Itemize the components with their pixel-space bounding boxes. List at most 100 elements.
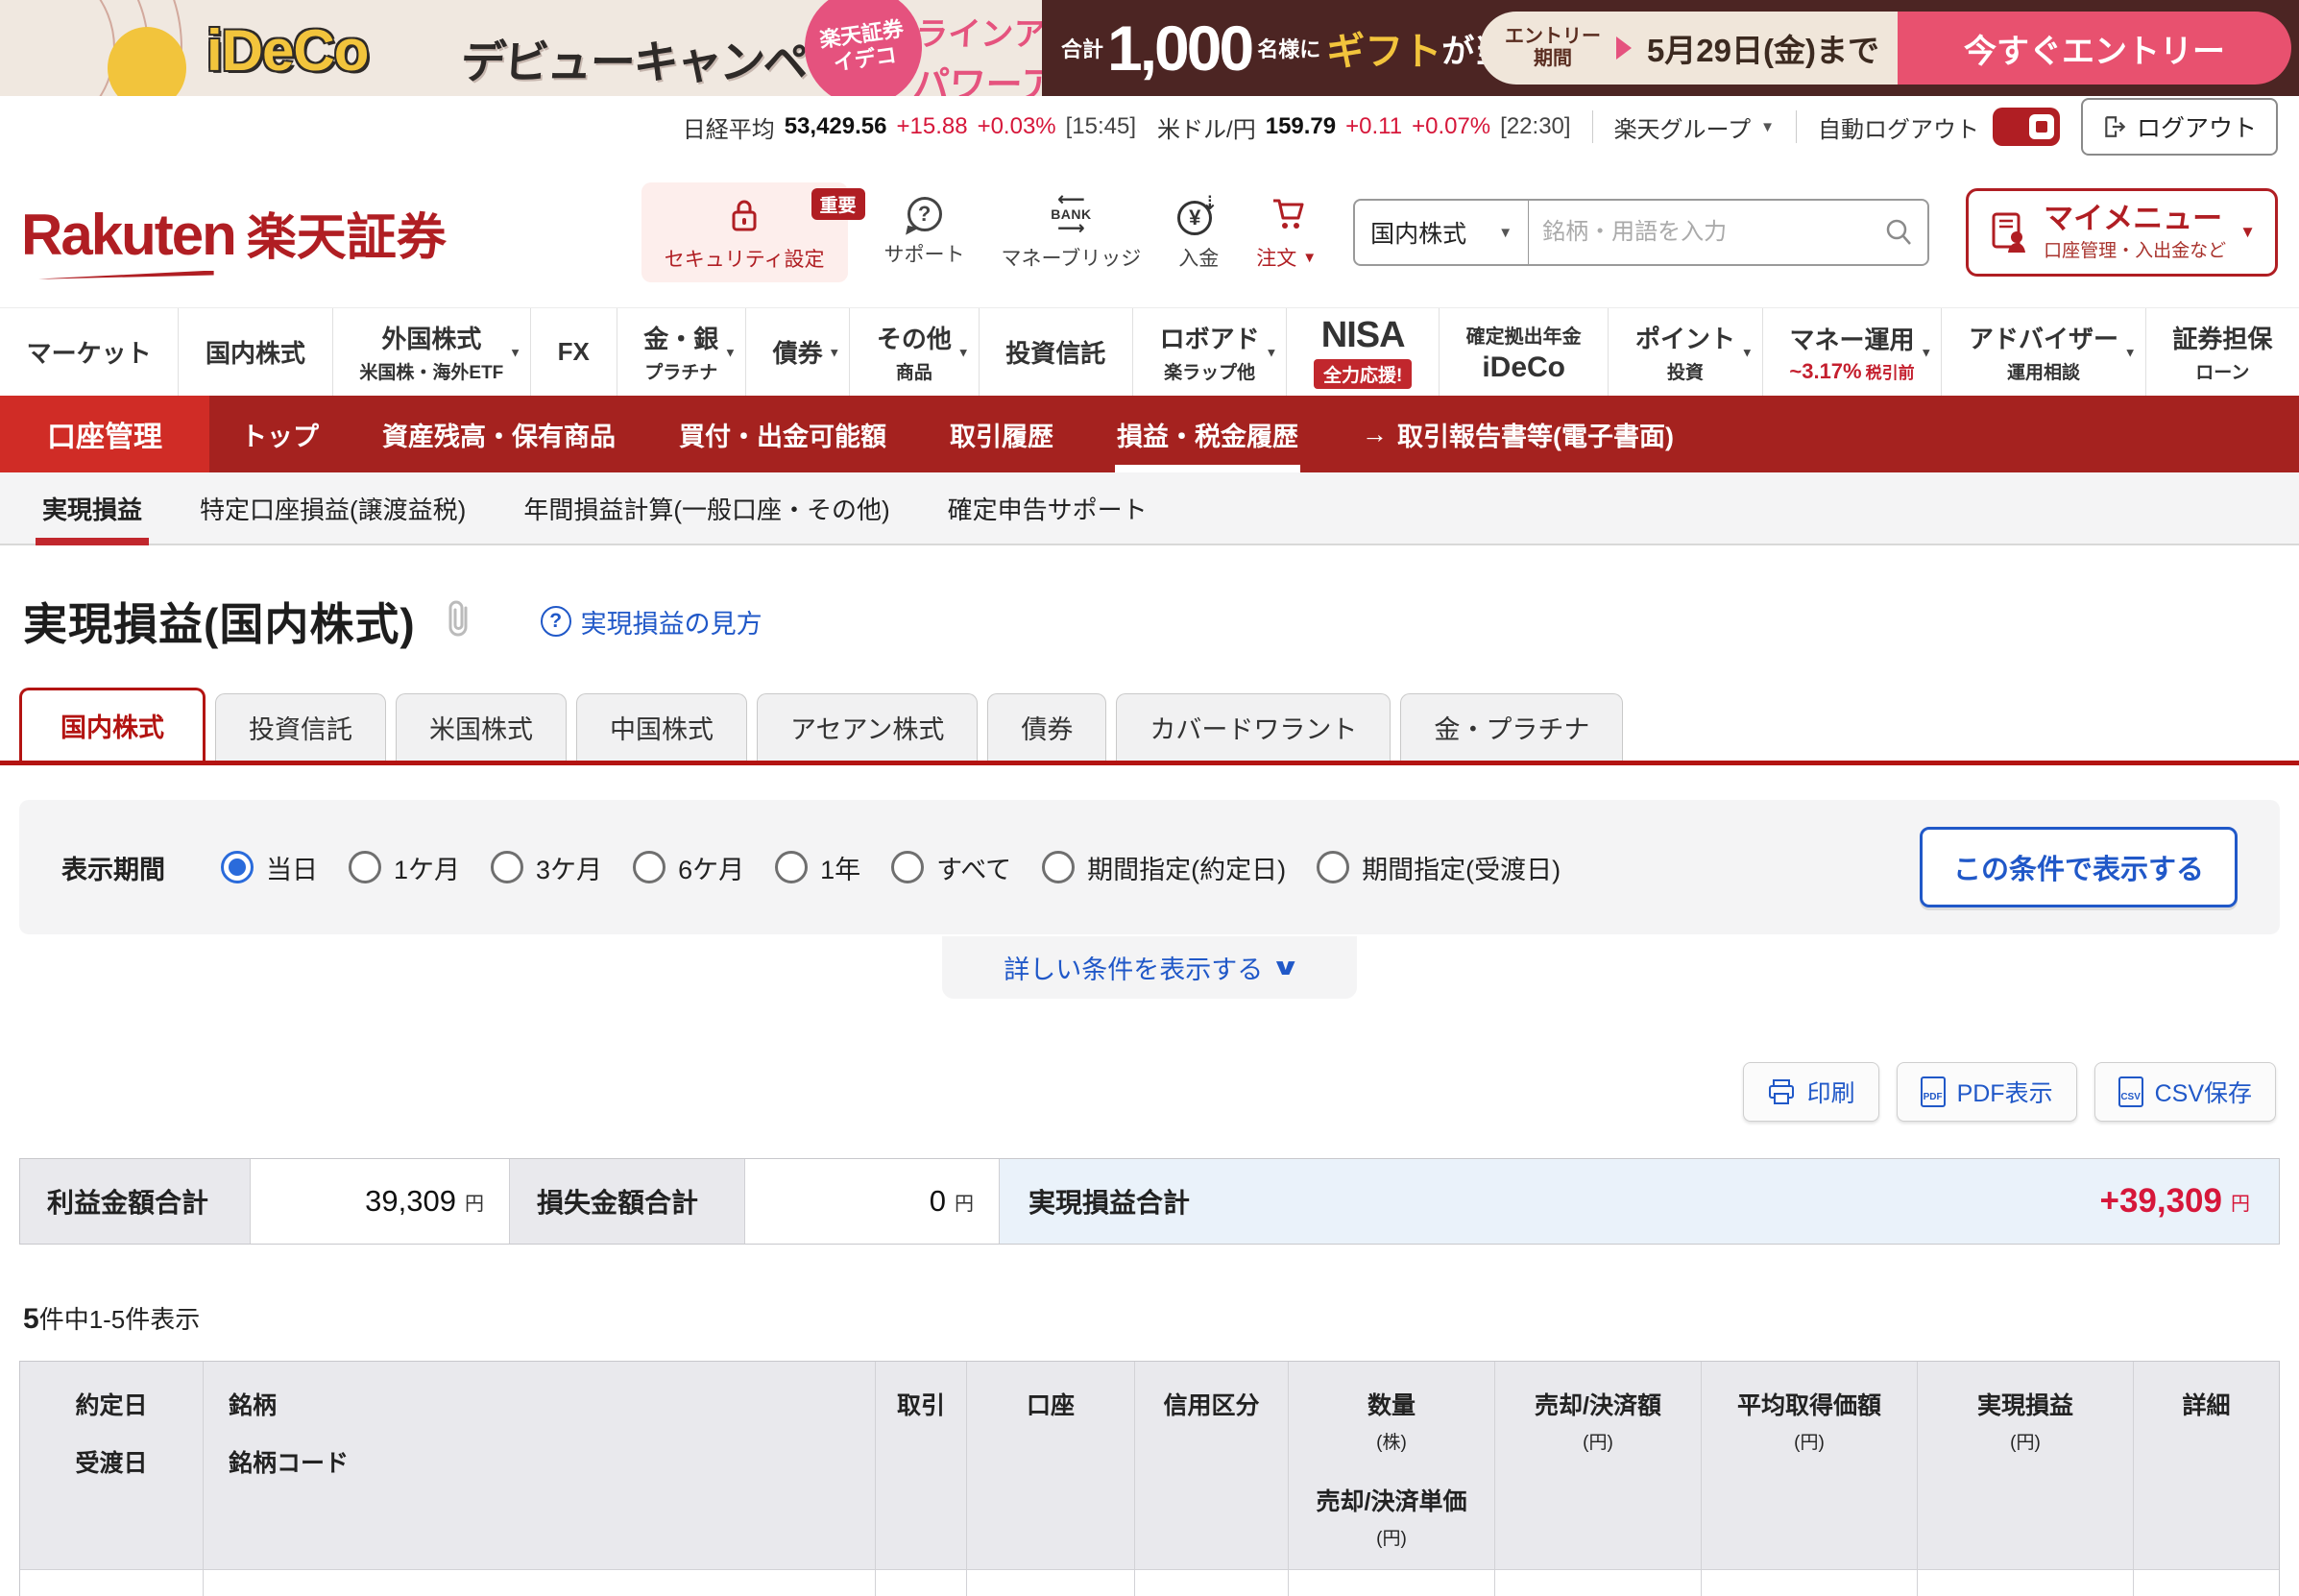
- tab-gold-platinum[interactable]: 金・プラチナ: [1400, 693, 1623, 761]
- campaign-banner-right: 合計 1,000 名様に ギフト が当たる! エントリー期間 5月29日(金)ま…: [1042, 0, 2299, 96]
- nav-point-investment[interactable]: ポイント投資▼: [1608, 308, 1761, 396]
- nav-robo-advisor[interactable]: ロボアド楽ラップ他▼: [1132, 308, 1286, 396]
- banner-total-number: 1,000: [1107, 12, 1251, 85]
- nav-trade-reports[interactable]: → 取引報告書等(電子書面): [1330, 396, 1706, 472]
- radio-button-checked[interactable]: [221, 851, 254, 883]
- show-detail-conditions-link[interactable]: 詳しい条件を表示する ∨: [942, 936, 1357, 999]
- search-category-select[interactable]: 国内株式 ▼: [1355, 215, 1528, 250]
- radio-1year[interactable]: 1年: [775, 849, 860, 886]
- nav-trade-history[interactable]: 取引履歴: [918, 396, 1085, 472]
- nav-market[interactable]: マーケット: [0, 308, 178, 396]
- tab-mutual-funds[interactable]: 投資信託: [215, 693, 386, 761]
- nav-account-top[interactable]: トップ: [209, 396, 351, 472]
- nav-fx[interactable]: FX: [530, 308, 617, 396]
- col-header-qty: 数量 (株) 売却/決済単価 (円): [1288, 1362, 1494, 1569]
- tab-bonds[interactable]: 債券: [987, 693, 1106, 761]
- nav-nisa[interactable]: NISA全力応援!: [1286, 308, 1439, 396]
- symbol-search: 国内株式 ▼: [1353, 199, 1929, 266]
- print-button[interactable]: 印刷: [1743, 1062, 1879, 1122]
- radio-custom-settle-date[interactable]: 期間指定(受渡日): [1317, 849, 1561, 886]
- nav-money-management[interactable]: マネー運用~3.17%税引前▼: [1762, 308, 1942, 396]
- usdjpy-quote: 米ドル/円 159.79 +0.11 +0.07% [22:30]: [1157, 110, 1571, 144]
- realized-pl-help-link[interactable]: ? 実現損益の見方: [541, 603, 762, 641]
- nikkei-change: +15.88: [896, 113, 967, 140]
- radio-all[interactable]: すべて: [891, 849, 1011, 886]
- profit-total-value: 39,309円: [251, 1159, 510, 1244]
- nav-other-products[interactable]: その他商品▼: [849, 308, 978, 396]
- radio-today[interactable]: 当日: [221, 849, 318, 886]
- radio-button[interactable]: [633, 851, 666, 883]
- banner-entry-now-button[interactable]: 今すぐエントリー: [1898, 12, 2291, 85]
- nav-buying-power[interactable]: 買付・出金可能額: [647, 396, 918, 472]
- my-menu-button[interactable]: マイメニュー 口座管理・入出金など ▼: [1966, 188, 2278, 276]
- important-badge: 重要: [811, 188, 865, 220]
- my-menu-label: マイメニュー: [2044, 203, 2226, 235]
- apply-filter-button[interactable]: この条件で表示する: [1920, 827, 2238, 907]
- subnav-specific-account-pl[interactable]: 特定口座損益(譲渡益税): [171, 472, 495, 544]
- nav-asset-balance[interactable]: 資産残高・保有商品: [351, 396, 647, 472]
- radio-6months[interactable]: 6ケ月: [633, 849, 744, 886]
- page-title-row: 実現損益(国内株式) ? 実現損益の見方: [0, 545, 2299, 688]
- banner-gift-text: ギフト: [1326, 20, 1441, 76]
- search-icon: [1883, 217, 1914, 248]
- nav-gold-platinum[interactable]: 金・銀プラチナ▼: [617, 308, 745, 396]
- logo-rakuten: Rakuten: [21, 202, 235, 268]
- radio-1month[interactable]: 1ケ月: [349, 849, 460, 886]
- radio-custom-trade-date[interactable]: 期間指定(約定日): [1042, 849, 1286, 886]
- logout-button[interactable]: ログアウト: [2081, 98, 2278, 156]
- rakuten-securities-logo[interactable]: Rakuten 楽天証券: [21, 197, 447, 269]
- tab-domestic-stocks[interactable]: 国内株式: [19, 688, 206, 761]
- nav-ideco[interactable]: 確定拠出年金iDeCo: [1439, 308, 1608, 396]
- site-header: Rakuten 楽天証券 重要 セキュリティ設定 ? サポート ⟵ BANK ⟶: [0, 157, 2299, 307]
- subnav-tax-filing-support[interactable]: 確定申告サポート: [919, 472, 1176, 544]
- auto-logout-control: 自動ログアウト: [1818, 108, 2060, 146]
- caret-down-icon: ▼: [957, 345, 970, 359]
- radio-button[interactable]: [349, 851, 381, 883]
- caret-down-icon: ▼: [1760, 119, 1775, 135]
- nav-bonds[interactable]: 債券▼: [745, 308, 849, 396]
- search-button[interactable]: [1870, 217, 1927, 248]
- order-button[interactable]: 注文▼: [1256, 193, 1317, 272]
- detail-conditions-row: 詳しい条件を表示する ∨: [0, 936, 2299, 999]
- nav-securities-loan[interactable]: 証券担保ローン: [2145, 308, 2299, 396]
- nav-advisor[interactable]: アドバイザー運用相談▼: [1941, 308, 2144, 396]
- nav-account-management[interactable]: 口座管理: [0, 396, 209, 472]
- search-input[interactable]: [1529, 219, 1870, 246]
- subnav-annual-pl[interactable]: 年間損益計算(一般口座・その他): [495, 472, 918, 544]
- money-bridge-button[interactable]: ⟵ BANK ⟶ マネーブリッジ: [1002, 193, 1142, 272]
- bank-transfer-icon: ⟵ BANK ⟶: [1051, 193, 1091, 235]
- radio-button[interactable]: [1317, 851, 1349, 883]
- radio-button[interactable]: [891, 851, 924, 883]
- header-quick-links: 重要 セキュリティ設定 ? サポート ⟵ BANK ⟶ マネーブリッジ: [641, 182, 2278, 282]
- subnav-realized-pl[interactable]: 実現損益: [13, 472, 171, 544]
- radio-3months[interactable]: 3ケ月: [491, 849, 602, 886]
- tab-asean-stocks[interactable]: アセアン株式: [757, 693, 978, 761]
- cell-trade: 売埋: [875, 1570, 966, 1596]
- nav-mutual-funds[interactable]: 投資信託: [979, 308, 1132, 396]
- caret-down-icon: ▼: [509, 345, 521, 359]
- deposit-button[interactable]: ⇣ ¥ 入金: [1177, 193, 1220, 272]
- campaign-banner[interactable]: iDeCo デビューキャンペーン 楽天証券 イデコ ラインアップが パワーアップ…: [0, 0, 2299, 96]
- security-settings-button[interactable]: 重要 セキュリティ設定: [641, 182, 848, 282]
- tab-us-stocks[interactable]: 米国株式: [396, 693, 567, 761]
- cell-amount: 444,500: [1494, 1570, 1701, 1596]
- nav-domestic-stocks[interactable]: 国内株式: [178, 308, 331, 396]
- col-header-trade: 取引: [875, 1362, 966, 1569]
- support-button[interactable]: ? サポート: [884, 197, 965, 268]
- nav-foreign-stocks[interactable]: 外国株式米国株・海外ETF▼: [332, 308, 530, 396]
- my-menu-sublabel: 口座管理・入出金など: [2044, 236, 2226, 262]
- table-header-row: 約定日 受渡日 銘柄 銘柄コード 取引 口座 信用区分 数量 (株) 売却/決済…: [20, 1362, 2279, 1569]
- csv-save-button[interactable]: CSV CSV保存: [2094, 1062, 2276, 1122]
- auto-logout-toggle[interactable]: [1993, 108, 2060, 146]
- pdf-view-button[interactable]: PDF PDF表示: [1897, 1062, 2077, 1122]
- rakuten-group-dropdown[interactable]: 楽天グループ ▼: [1614, 110, 1775, 144]
- nav-pl-tax-history[interactable]: 損益・税金履歴: [1085, 396, 1330, 472]
- radio-button[interactable]: [1042, 851, 1075, 883]
- tab-covered-warrants[interactable]: カバードワラント: [1116, 693, 1391, 761]
- tab-china-stocks[interactable]: 中国株式: [576, 693, 747, 761]
- radio-button[interactable]: [775, 851, 808, 883]
- radio-button[interactable]: [491, 851, 523, 883]
- banner-total-prefix: 合計: [1061, 33, 1103, 63]
- account-navigation: 口座管理 トップ 資産残高・保有商品 買付・出金可能額 取引履歴 損益・税金履歴…: [0, 396, 2299, 472]
- main-navigation: マーケット 国内株式 外国株式米国株・海外ETF▼ FX 金・銀プラチナ▼ 債券…: [0, 307, 2299, 396]
